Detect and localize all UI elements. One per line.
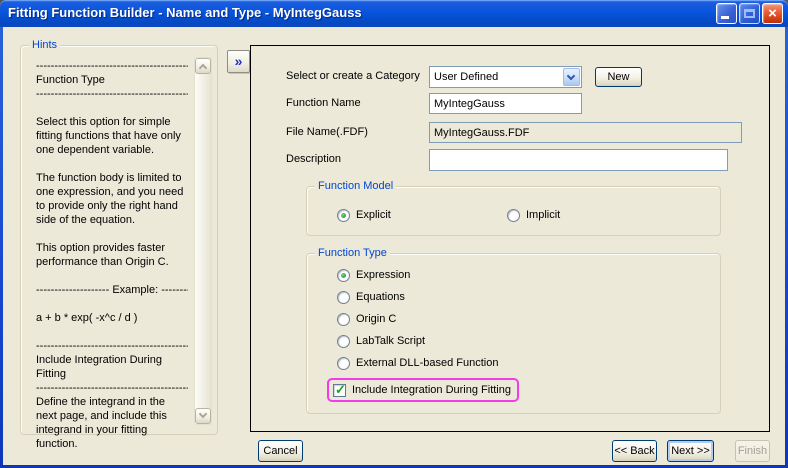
radio-icon — [337, 291, 350, 304]
hints-text: ----------------------------------------… — [36, 59, 188, 451]
hints-separator: ----------------------------------------… — [36, 87, 188, 101]
category-select[interactable]: User Defined — [429, 66, 582, 88]
radio-origin-c[interactable]: Origin C — [337, 311, 396, 327]
radio-expression[interactable]: Expression — [337, 267, 410, 283]
integration-highlight: Include Integration During Fitting — [327, 378, 519, 402]
hints-paragraph: The function body is limited to one expr… — [36, 171, 188, 227]
maximize-button[interactable] — [739, 3, 760, 24]
radio-external-dll[interactable]: External DLL-based Function — [337, 355, 498, 371]
scroll-down-button[interactable] — [195, 408, 211, 424]
hints-separator: ----------------------------------------… — [36, 381, 188, 395]
hints-separator: ----------------------------------------… — [36, 339, 188, 353]
minimize-icon — [721, 16, 729, 19]
hints-panel: Hints ----------------------------------… — [20, 45, 218, 435]
close-button[interactable]: × — [762, 3, 783, 24]
close-icon: × — [763, 4, 782, 23]
radio-icon — [337, 209, 350, 222]
radio-icon — [337, 357, 350, 370]
collapse-hints-button[interactable]: » — [227, 50, 250, 73]
category-label: Select or create a Category — [286, 70, 420, 82]
hints-panel-title: Hints — [29, 39, 60, 51]
chevron-down-icon — [567, 72, 575, 80]
description-label: Description — [286, 153, 341, 165]
radio-icon — [337, 269, 350, 282]
function-model-group: Function Model Explicit Implicit — [306, 186, 721, 236]
function-model-title: Function Model — [315, 180, 396, 192]
integration-checkbox[interactable]: Include Integration During Fitting — [333, 382, 511, 398]
hints-paragraph: Select this option for simple fitting fu… — [36, 115, 188, 157]
chevron-up-icon — [199, 64, 207, 72]
radio-label: Implicit — [526, 209, 560, 221]
category-dropdown-button[interactable] — [563, 68, 580, 86]
checkbox-label: Include Integration During Fitting — [352, 384, 511, 396]
radio-icon — [337, 335, 350, 348]
titlebar-buttons: × — [716, 3, 783, 24]
file-name-label: File Name(.FDF) — [286, 126, 368, 138]
radio-label: Expression — [356, 269, 410, 281]
next-button[interactable]: Next >> — [667, 440, 714, 462]
file-name-input — [429, 122, 742, 143]
hints-scrollbar[interactable] — [194, 57, 212, 425]
radio-label: External DLL-based Function — [356, 357, 498, 369]
description-input[interactable] — [429, 149, 728, 171]
scroll-up-button[interactable] — [195, 58, 211, 74]
hints-paragraph: This option provides faster performance … — [36, 241, 188, 269]
radio-implicit[interactable]: Implicit — [507, 207, 560, 223]
dialog-window: Fitting Function Builder - Name and Type… — [0, 0, 788, 468]
new-category-button[interactable]: New — [595, 67, 642, 87]
main-panel: Select or create a Category User Defined… — [250, 45, 770, 432]
finish-button[interactable]: Finish — [735, 440, 770, 462]
radio-explicit[interactable]: Explicit — [337, 207, 391, 223]
hints-paragraph: Define the integrand in the next page, a… — [36, 395, 188, 451]
function-name-label: Function Name — [286, 97, 361, 109]
radio-label: Origin C — [356, 313, 396, 325]
back-button[interactable]: << Back — [612, 440, 657, 462]
function-type-group: Function Type Expression Equations Origi… — [306, 253, 721, 414]
window-title: Fitting Function Builder - Name and Type… — [8, 5, 362, 20]
hints-example-heading: -------------------- Example: ----------… — [36, 283, 188, 297]
hints-heading: Include Integration During Fitting — [36, 353, 188, 381]
cancel-button[interactable]: Cancel — [258, 440, 303, 462]
radio-equations[interactable]: Equations — [337, 289, 405, 305]
dialog-client-area: Hints ----------------------------------… — [3, 27, 785, 465]
category-selected-value: User Defined — [434, 71, 498, 83]
function-type-title: Function Type — [315, 247, 390, 259]
titlebar[interactable]: Fitting Function Builder - Name and Type… — [0, 0, 788, 27]
hints-separator: ----------------------------------------… — [36, 59, 188, 73]
radio-label: Explicit — [356, 209, 391, 221]
function-name-input[interactable] — [429, 93, 582, 114]
radio-icon — [507, 209, 520, 222]
checkbox-icon — [333, 384, 346, 397]
radio-icon — [337, 313, 350, 326]
hints-heading: Function Type — [36, 73, 188, 87]
radio-label: Equations — [356, 291, 405, 303]
radio-labtalk-script[interactable]: LabTalk Script — [337, 333, 425, 349]
chevron-down-icon — [199, 410, 207, 418]
hints-example-code: a + b * exp( -x^c / d ) — [36, 311, 188, 325]
maximize-icon — [744, 9, 755, 18]
minimize-button[interactable] — [716, 3, 737, 24]
radio-label: LabTalk Script — [356, 335, 425, 347]
